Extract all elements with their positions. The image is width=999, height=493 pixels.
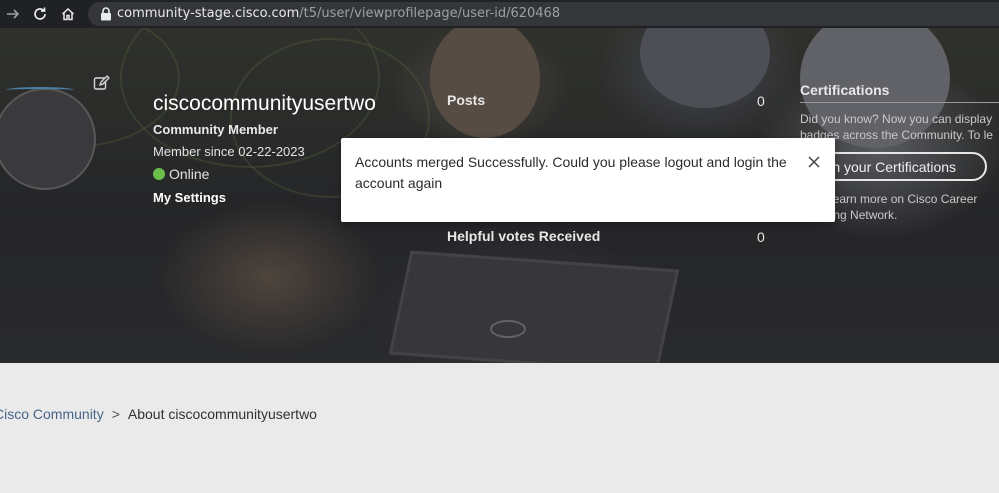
certifications-text-line: Did you know? Now you can display [800,112,993,126]
avatar-ring [6,87,74,93]
merge-success-toast: Accounts merged Successfully. Could you … [341,138,835,222]
my-settings-link[interactable]: My Settings [153,190,226,205]
address-bar[interactable]: community-stage.cisco.com/t5/user/viewpr… [88,2,999,26]
helpful-votes-label: Helpful votes Received [447,228,601,244]
reload-icon[interactable] [30,4,50,24]
close-icon[interactable] [807,155,821,169]
certifications-divider [800,102,999,103]
certifications-title: Certifications [800,82,890,98]
online-status-label: Online [169,166,210,182]
member-role: Community Member [153,122,278,137]
member-since: Member since 02-22-2023 [153,144,305,159]
profile-name: ciscocommunityusertwo [153,92,376,115]
online-status-dot-icon [153,168,165,180]
forward-arrow-icon[interactable] [3,4,23,24]
browser-toolbar: community-stage.cisco.com/t5/user/viewpr… [0,0,999,28]
lock-icon[interactable] [100,7,112,21]
helpful-votes-count: 0 [757,229,765,245]
toast-message: Accounts merged Successfully. Could you … [355,154,787,191]
edit-icon[interactable] [93,75,110,92]
posts-label: Posts [447,92,486,108]
home-icon[interactable] [58,4,78,24]
url-text[interactable]: community-stage.cisco.com/t5/user/viewpr… [117,6,560,21]
posts-count: 0 [757,93,765,109]
modal-backdrop [0,363,999,493]
